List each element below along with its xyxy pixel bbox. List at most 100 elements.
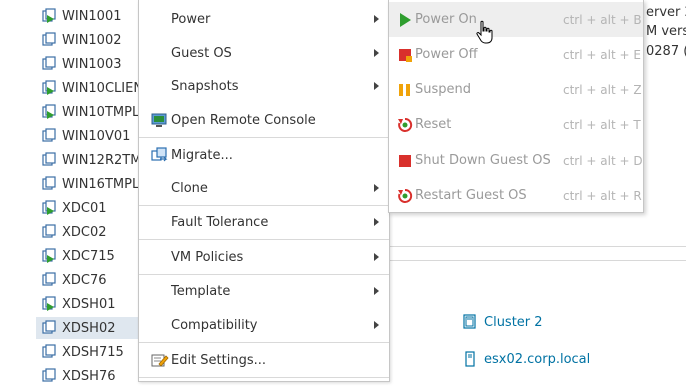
tree-item-label: XDSH715 bbox=[62, 344, 124, 360]
tree-item-label: WIN10V01 bbox=[62, 128, 131, 144]
tree-item-label: WIN10CLIEN bbox=[62, 80, 144, 96]
tree-item-label: XDC76 bbox=[62, 272, 107, 288]
pause-orange-icon bbox=[399, 83, 410, 96]
submenu-arrow-icon bbox=[374, 15, 379, 23]
tree-item-vm[interactable]: XDSH02 bbox=[36, 317, 146, 339]
menu-item-open-remote-console[interactable]: Open Remote Console bbox=[139, 103, 389, 137]
tree-item-label: WIN1003 bbox=[62, 56, 122, 72]
power-submenu-item[interactable]: Power Off ctrl + alt + E bbox=[389, 37, 643, 72]
vm-powered-on-icon bbox=[42, 8, 56, 23]
tree-item-label: WIN16TMPL bbox=[62, 176, 140, 192]
vm-icon bbox=[42, 320, 56, 334]
host-link-label[interactable]: esx02.corp.local bbox=[484, 352, 590, 367]
vm-icon bbox=[42, 344, 56, 358]
migrate-icon bbox=[151, 147, 168, 162]
tree-item-label: WIN12R2TM bbox=[62, 152, 142, 168]
cluster-link[interactable]: Cluster 2 bbox=[462, 314, 543, 330]
menu-item-fault-tolerance[interactable]: Fault Tolerance bbox=[139, 205, 389, 239]
power-submenu-label: Reset bbox=[415, 117, 452, 132]
menu-item-vm-policies[interactable]: VM Policies bbox=[139, 240, 389, 274]
tree-item-label: XDC01 bbox=[62, 200, 107, 216]
tree-item-vm[interactable]: XDSH715 bbox=[36, 341, 146, 363]
tree-item-vm[interactable]: XDSH01 bbox=[36, 293, 146, 315]
hand-cursor-icon bbox=[476, 20, 493, 44]
menu-item-label: VM Policies bbox=[171, 249, 244, 265]
power-submenu-label: Power Off bbox=[415, 47, 478, 62]
tree-item-label: WIN10TMPL bbox=[62, 104, 140, 120]
menu-item-label: Snapshots bbox=[171, 78, 239, 94]
menu-item-power[interactable]: Power bbox=[139, 2, 389, 36]
keyboard-shortcut: ctrl + alt + E bbox=[563, 47, 641, 62]
keyboard-shortcut: ctrl + alt + B bbox=[563, 12, 642, 27]
tree-item-vm[interactable]: XDC01 bbox=[36, 197, 146, 219]
menu-item-snapshots[interactable]: Snapshots bbox=[139, 69, 389, 103]
power-submenu-label: Power On bbox=[415, 12, 477, 27]
keyboard-shortcut: ctrl + alt + D bbox=[563, 153, 643, 168]
menu-item-label: Power bbox=[171, 11, 211, 27]
host-link[interactable]: esx02.corp.local bbox=[462, 351, 590, 367]
menu-item-label: Open Remote Console bbox=[171, 112, 316, 128]
menu-item-edit-settings[interactable]: Edit Settings... bbox=[139, 343, 389, 377]
power-submenu-label: Shut Down Guest OS bbox=[415, 153, 551, 168]
tree-item-label: XDSH02 bbox=[62, 320, 116, 336]
vm-icon bbox=[42, 176, 56, 190]
vm-powered-on-icon bbox=[42, 104, 56, 119]
menu-item-migrate[interactable]: Migrate... bbox=[139, 138, 389, 172]
tree-item-vm[interactable]: WIN16TMPL bbox=[36, 173, 146, 195]
tree-item-vm[interactable]: XDSH76 bbox=[36, 365, 146, 387]
vm-powered-on-icon bbox=[42, 80, 56, 95]
power-submenu-item[interactable]: Reset ctrl + alt + T bbox=[389, 107, 643, 142]
tree-item-vm[interactable]: WIN10CLIEN bbox=[36, 77, 146, 99]
keyboard-shortcut: ctrl + alt + R bbox=[563, 188, 642, 203]
tree-item-vm[interactable]: WIN1001 bbox=[36, 5, 146, 27]
tree-item-label: XDC715 bbox=[62, 248, 115, 264]
inventory-tree: WIN1001 WIN1002 WIN1003 WIN10CLIEN WIN10TMPL… bbox=[0, 0, 146, 384]
vm-powered-on-icon bbox=[42, 200, 56, 215]
menu-item-clone[interactable]: Clone bbox=[139, 171, 389, 205]
tree-item-label: XDSH76 bbox=[62, 368, 116, 384]
remote-console-icon bbox=[151, 113, 167, 127]
power-submenu-label: Suspend bbox=[415, 82, 472, 97]
guest-os-text: erver 2 bbox=[646, 5, 686, 20]
reset-icon bbox=[398, 117, 413, 132]
tree-item-vm[interactable]: XDC76 bbox=[36, 269, 146, 291]
tree-item-label: XDC02 bbox=[62, 224, 107, 240]
power-submenu-item[interactable]: Restart Guest OS ctrl + alt + R bbox=[389, 178, 643, 213]
menu-item-compatibility[interactable]: Compatibility bbox=[139, 308, 389, 342]
submenu-arrow-icon bbox=[374, 82, 379, 90]
submenu-arrow-icon bbox=[374, 218, 379, 226]
submenu-arrow-icon bbox=[374, 253, 379, 261]
vm-icon bbox=[42, 128, 56, 142]
power-submenu-item[interactable]: Power On ctrl + alt + B bbox=[389, 2, 643, 37]
submenu-arrow-icon bbox=[374, 184, 379, 192]
play-green-icon bbox=[400, 12, 411, 27]
power-submenu-item[interactable]: Suspend ctrl + alt + Z bbox=[389, 72, 643, 107]
menu-item-label: Guest OS bbox=[171, 45, 232, 61]
vm-powered-on-icon bbox=[42, 248, 56, 263]
vmware-tools-text: 0287 (0 bbox=[646, 44, 686, 59]
vm-context-menu: Power Guest OS Snapshots Open Remote Con… bbox=[138, 0, 390, 382]
menu-item-template[interactable]: Template bbox=[139, 274, 389, 308]
tree-item-vm[interactable]: WIN10TMPL bbox=[36, 101, 146, 123]
tree-item-vm[interactable]: WIN10V01 bbox=[36, 125, 146, 147]
tree-item-vm[interactable]: XDC02 bbox=[36, 221, 146, 243]
tree-item-vm[interactable]: XDC715 bbox=[36, 245, 146, 267]
panel-divider bbox=[388, 246, 686, 247]
power-submenu-label: Restart Guest OS bbox=[415, 188, 527, 203]
menu-separator bbox=[139, 377, 389, 378]
vm-icon bbox=[42, 368, 56, 382]
menu-item-label: Compatibility bbox=[171, 317, 258, 333]
submenu-arrow-icon bbox=[374, 49, 379, 57]
tree-item-label: XDSH01 bbox=[62, 296, 116, 312]
tree-item-vm[interactable]: WIN1003 bbox=[36, 53, 146, 75]
vm-powered-on-icon bbox=[42, 296, 56, 311]
cluster-link-label[interactable]: Cluster 2 bbox=[484, 315, 543, 330]
submenu-arrow-icon bbox=[374, 321, 379, 329]
cluster-icon bbox=[463, 314, 476, 329]
power-submenu: Power On ctrl + alt + B Power Off ctrl + al… bbox=[388, 0, 644, 213]
power-submenu-item[interactable]: Shut Down Guest OS ctrl + alt + D bbox=[389, 143, 643, 178]
tree-item-vm[interactable]: WIN1002 bbox=[36, 29, 146, 51]
tree-item-vm[interactable]: WIN12R2TM bbox=[36, 149, 146, 171]
submenu-arrow-icon bbox=[374, 287, 379, 295]
menu-item-guest-os[interactable]: Guest OS bbox=[139, 36, 389, 70]
